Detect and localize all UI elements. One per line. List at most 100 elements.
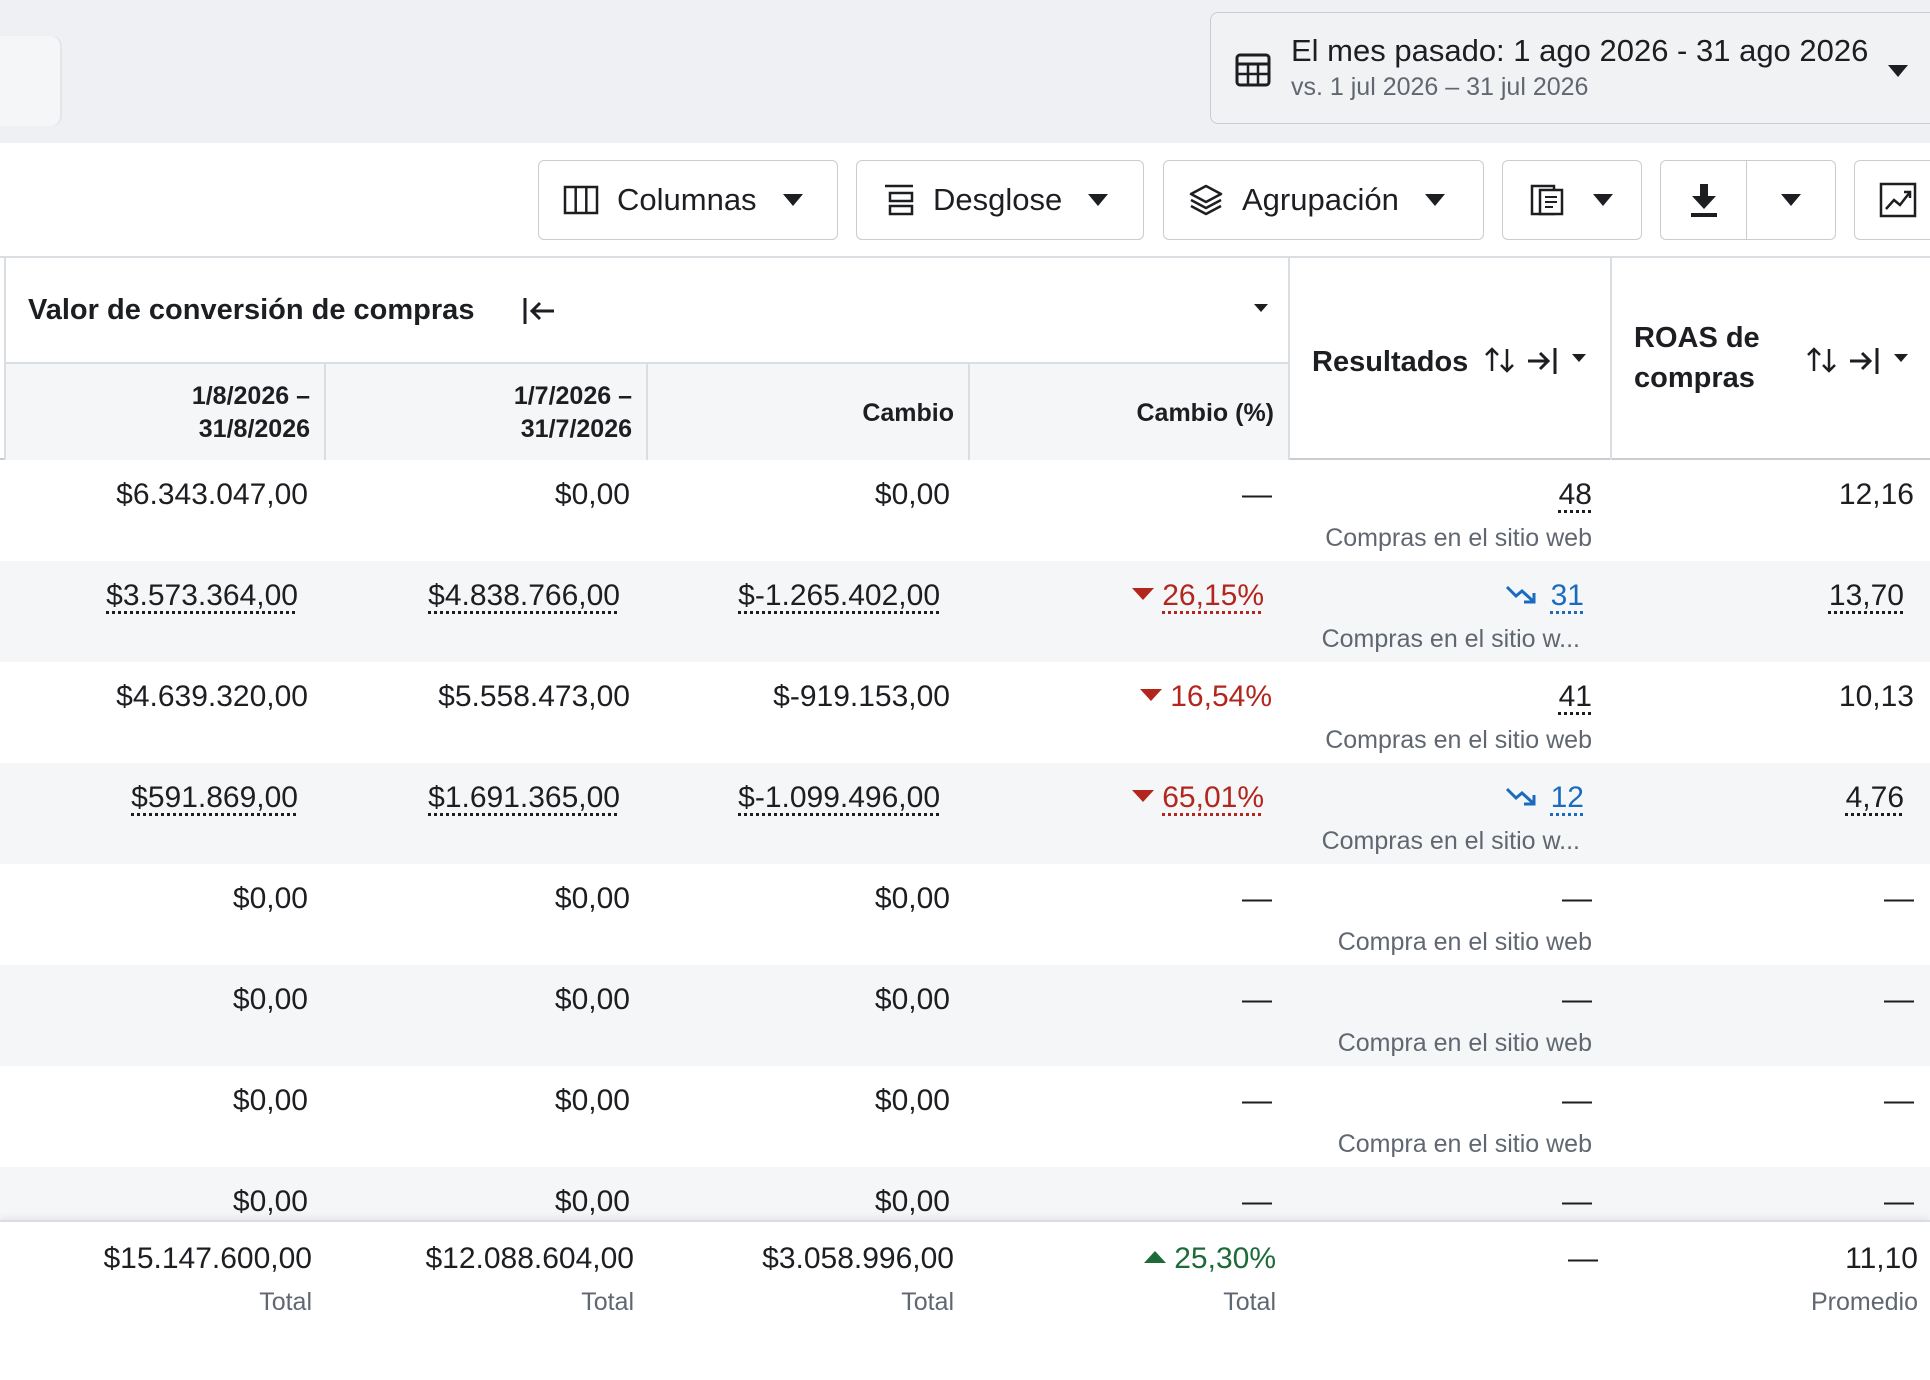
average-label: Promedio (1811, 1288, 1918, 1316)
pin-column-icon[interactable] (1526, 346, 1558, 376)
reports-button[interactable] (1502, 160, 1642, 240)
layers-icon (1189, 184, 1223, 216)
results-value: — (1562, 1084, 1592, 1117)
results-type: Compra en el sitio web (1337, 1029, 1592, 1057)
previous-value: $5.558.473,00 (438, 680, 630, 713)
subheader-previous-period[interactable]: 1/7/2026 – 31/7/2026 (326, 364, 648, 460)
increase-icon (1144, 1251, 1167, 1264)
toolbar: Columnas Desglose Agrupación (0, 143, 1930, 258)
previous-value[interactable]: $1.691.365,00 (428, 781, 620, 815)
table-row[interactable]: $6.343.047,00 $0,00 $0,00 — 48 Compras e… (0, 460, 1930, 561)
current-value[interactable]: $591.869,00 (131, 781, 298, 815)
breakdown-icon (885, 184, 914, 216)
pin-column-icon[interactable] (1848, 346, 1880, 376)
date-range-picker[interactable]: El mes pasado: 1 ago 2026 - 31 ago 2026 … (1210, 12, 1930, 124)
subheader-line: 31/8/2026 (198, 415, 310, 443)
sort-icon[interactable] (1484, 346, 1516, 374)
subheader-line: Cambio (862, 399, 954, 427)
results-type: Compra en el sitio web (1337, 1130, 1592, 1158)
date-range-title: El mes pasado: 1 ago 2026 - 31 ago 2026 (1291, 33, 1869, 68)
results-cell: 12 (1505, 781, 1584, 815)
top-bar: El mes pasado: 1 ago 2026 - 31 ago 2026 … (0, 0, 1930, 143)
subheader-line: 31/7/2026 (520, 415, 632, 443)
table-row[interactable]: $0,00 $0,00 $0,00 — — Compra en el sitio… (0, 1066, 1930, 1167)
collapsed-panel[interactable] (0, 36, 60, 126)
total-label: Total (1223, 1288, 1276, 1316)
table-row[interactable]: $3.573.364,00 $4.838.766,00 $-1.265.402,… (0, 561, 1930, 662)
results-value[interactable]: 41 (1559, 680, 1592, 714)
columns-label: Columnas (617, 182, 757, 217)
roas-value: — (1884, 1084, 1914, 1117)
subheader-change-pct[interactable]: Cambio (%) (970, 364, 1290, 460)
roas-value[interactable]: 13,70 (1829, 579, 1904, 613)
roas-value[interactable]: 4,76 (1846, 781, 1904, 815)
total-change-value: $3.058.996,00 (762, 1242, 954, 1275)
roas-header-line: compras (1634, 362, 1755, 394)
chevron-down-icon (1593, 194, 1613, 206)
change-value: $0,00 (874, 882, 950, 915)
table-row[interactable]: $0,00 $0,00 $0,00 — — Compra en el sitio… (0, 864, 1930, 965)
column-group-header[interactable]: Valor de conversión de compras (4, 258, 1290, 364)
change-pct-value[interactable]: 65,01% (1162, 781, 1264, 814)
chevron-down-icon (1424, 194, 1445, 206)
results-value[interactable]: 12 (1551, 781, 1584, 814)
change-value: $0,00 (874, 478, 950, 511)
change-pct-value[interactable]: 26,15% (1162, 579, 1264, 612)
sort-icon[interactable] (1806, 346, 1838, 374)
table-row[interactable]: $591.869,00 $1.691.365,00 $-1.099.496,00… (0, 763, 1930, 864)
change-value: $0,00 (874, 1084, 950, 1117)
group-title: Valor de conversión de compras (28, 294, 475, 326)
total-results-value: — (1568, 1242, 1598, 1275)
results-value[interactable]: 31 (1551, 579, 1584, 612)
current-value[interactable]: $3.573.364,00 (106, 579, 298, 613)
previous-value[interactable]: $4.838.766,00 (428, 579, 620, 613)
column-header-roas[interactable]: ROAS de compras (1612, 258, 1930, 460)
subheader-current-period[interactable]: 1/8/2026 – 31/8/2026 (4, 364, 326, 460)
results-type: Compras en el sitio web (1325, 726, 1592, 754)
change-pct-cell: 65,01% (1132, 781, 1264, 815)
breakdown-button[interactable]: Desglose (856, 160, 1144, 240)
change-pct-value: — (1242, 882, 1272, 915)
table-row[interactable]: $4.639.320,00 $5.558.473,00 $-919.153,00… (0, 662, 1930, 763)
change-value: $0,00 (874, 1185, 950, 1218)
table-header: Valor de conversión de compras 1/8/2026 … (0, 258, 1930, 460)
chevron-down-icon[interactable] (1894, 354, 1908, 362)
change-pct-cell: 16,54% (1140, 680, 1272, 714)
previous-value: $0,00 (554, 882, 630, 915)
current-value: $4.639.320,00 (116, 680, 308, 713)
download-button[interactable] (1661, 161, 1747, 239)
chevron-down-icon[interactable] (1254, 304, 1268, 312)
change-value: $0,00 (874, 983, 950, 1016)
chevron-down-icon (1781, 194, 1801, 206)
chevron-down-icon (1888, 65, 1908, 77)
collapse-left-icon[interactable] (522, 296, 556, 326)
charts-button[interactable] (1854, 160, 1930, 240)
change-value[interactable]: $-1.099.496,00 (738, 781, 940, 815)
subheader-change[interactable]: Cambio (648, 364, 970, 460)
trend-down-icon (1505, 586, 1536, 604)
results-header-label: Resultados (1312, 346, 1469, 378)
current-value: $0,00 (232, 1084, 308, 1117)
previous-value: $0,00 (554, 983, 630, 1016)
export-options-button[interactable] (1747, 161, 1835, 239)
decrease-icon (1140, 689, 1163, 702)
grouping-button[interactable]: Agrupación (1163, 160, 1484, 240)
subheader-line: Cambio (%) (1136, 399, 1275, 427)
trend-down-icon (1505, 788, 1536, 806)
columns-button[interactable]: Columnas (538, 160, 838, 240)
column-header-results[interactable]: Resultados (1290, 258, 1612, 460)
breakdown-label: Desglose (933, 182, 1063, 217)
subheader-line: 1/8/2026 – (191, 382, 310, 410)
calendar-icon (1235, 53, 1271, 87)
change-value[interactable]: $-1.265.402,00 (738, 579, 940, 613)
chevron-down-icon[interactable] (1572, 354, 1586, 362)
results-value[interactable]: 48 (1559, 478, 1592, 512)
decrease-icon (1132, 790, 1155, 803)
table-row[interactable]: $0,00 $0,00 $0,00 — — Compra en el sitio… (0, 965, 1930, 1066)
change-pct-value: — (1242, 478, 1272, 511)
roas-value: 10,13 (1838, 680, 1914, 713)
change-pct-value: 16,54% (1170, 680, 1272, 713)
results-type: Compras en el sitio w... (1321, 827, 1580, 855)
results-type: Compras en el sitio w... (1321, 625, 1580, 653)
roas-value: — (1884, 882, 1914, 915)
